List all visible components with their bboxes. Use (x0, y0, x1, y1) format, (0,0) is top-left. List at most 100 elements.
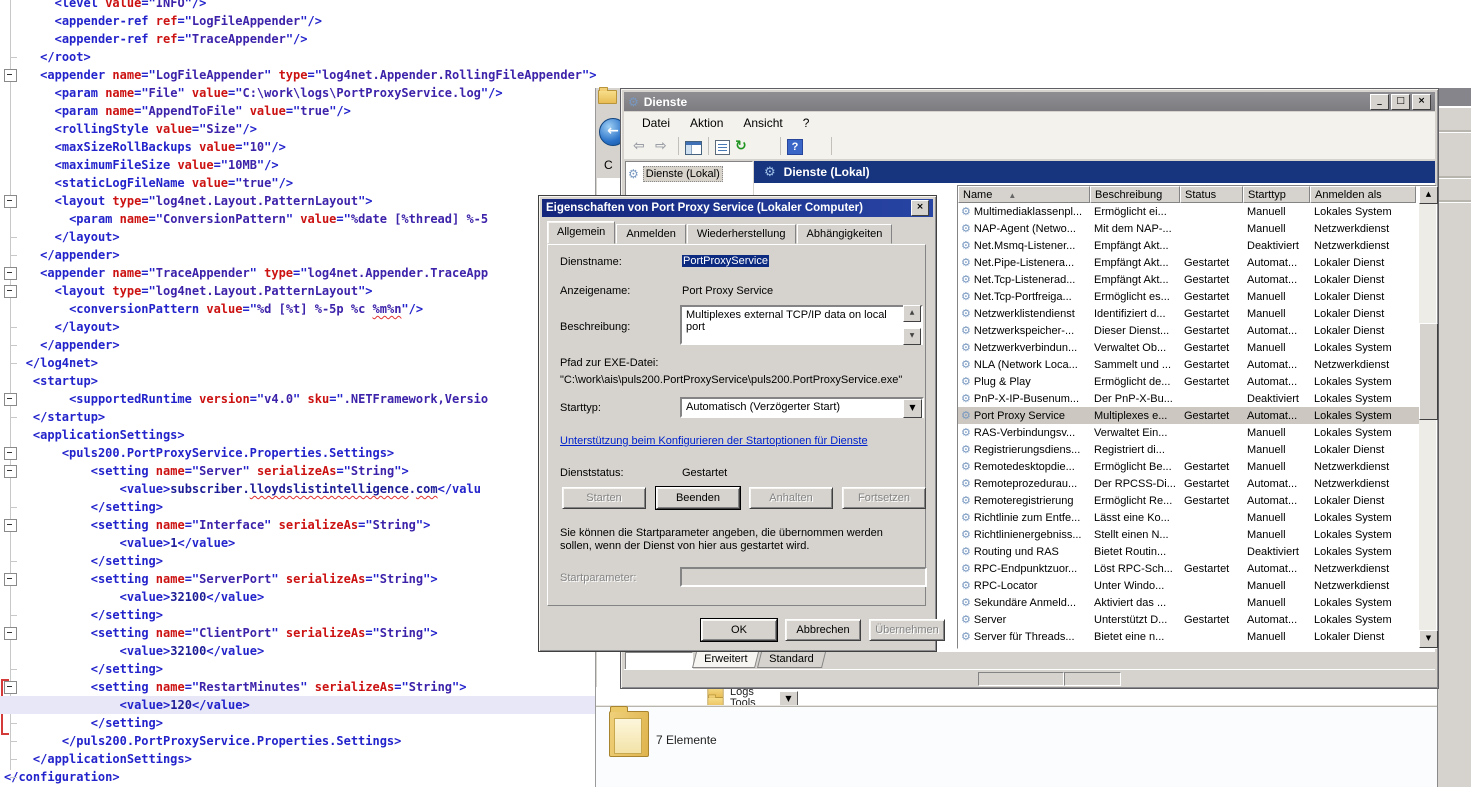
service-row[interactable]: ⚙RPC-Endpunktzuor...Löst RPC-Sch...Gesta… (958, 560, 1419, 577)
view-tab-erweitert[interactable]: Erweitert (692, 652, 759, 668)
fold-toggle-icon[interactable] (4, 573, 17, 586)
service-row[interactable]: ⚙NAP-Agent (Netwo...Mit dem NAP-...Manue… (958, 220, 1419, 237)
menu-datei[interactable]: Datei (632, 114, 680, 132)
scroll-down-icon[interactable]: ▼ (1419, 630, 1438, 648)
fortsetzen-button[interactable]: Fortsetzen (842, 487, 926, 509)
help-icon[interactable] (787, 139, 803, 155)
close-icon[interactable]: × (1412, 94, 1431, 110)
fold-toggle-icon[interactable] (4, 195, 17, 208)
service-row[interactable]: ⚙Server für Threads...Bietet eine n...Ma… (958, 628, 1419, 645)
service-row[interactable]: ⚙PnP-X-IP-Busenum...Der PnP-X-Bu...Deakt… (958, 390, 1419, 407)
tab-anmelden[interactable]: Anmelden (616, 224, 686, 244)
service-row[interactable]: ⚙Net.Msmq-Listener...Empfängt Akt...Deak… (958, 237, 1419, 254)
beenden-button[interactable]: Beenden (656, 487, 740, 509)
refresh-icon[interactable] (734, 138, 752, 155)
service-row[interactable]: ⚙Net.Tcp-Portfreiga...Ermöglicht es...Ge… (958, 288, 1419, 305)
dialog-titlebar[interactable]: Eigenschaften von Port Proxy Service (Lo… (542, 199, 933, 217)
tree-item-dienste-lokal[interactable]: ⚙ Dienste (Lokal) (628, 166, 750, 182)
cell-text: Richtlinienergebniss... (974, 529, 1082, 541)
forward-icon[interactable] (654, 138, 672, 155)
service-row[interactable]: ⚙Plug & PlayErmöglicht de...GestartetAut… (958, 373, 1419, 390)
column-header-name[interactable]: Name▲ (958, 186, 1090, 203)
export-list-icon[interactable] (756, 138, 774, 155)
fold-tick (10, 327, 17, 328)
fold-toggle-icon[interactable] (4, 519, 17, 532)
services-window-titlebar[interactable]: ⚙ Dienste _ □ × (624, 92, 1435, 111)
column-header-starttyp[interactable]: Starttyp (1243, 186, 1310, 203)
fold-toggle-icon[interactable] (4, 465, 17, 478)
service-row[interactable]: ⚙RPC-LocatorUnter Windo...ManuellNetzwer… (958, 577, 1419, 594)
fold-toggle-icon[interactable] (4, 285, 17, 298)
service-row[interactable]: ⚙NLA (Network Loca...Sammelt und ...Gest… (958, 356, 1419, 373)
restart-service-icon[interactable] (904, 138, 922, 155)
uebernehmen-button[interactable]: Übernehmen (869, 619, 945, 641)
tab-allgemein[interactable]: Allgemein (547, 221, 615, 244)
service-row[interactable]: ⚙Netzwerkspeicher-...Dieser Dienst...Ges… (958, 322, 1419, 339)
service-gear-icon: ⚙ (961, 308, 971, 319)
ok-button[interactable]: OK (701, 619, 777, 641)
tab-wiederherstellung[interactable]: Wiederherstellung (687, 224, 796, 244)
service-row[interactable]: ⚙RAS-Verbindungsv...Verwaltet Ein...Manu… (958, 424, 1419, 441)
service-row[interactable]: ⚙Richtlinienergebniss...Stellt einen N..… (958, 526, 1419, 543)
dienstname-value[interactable]: PortProxyService (682, 255, 769, 267)
scrollbar-thumb[interactable] (1419, 323, 1438, 420)
chevron-down-icon[interactable]: ▼ (903, 399, 922, 418)
abbrechen-button[interactable]: Abbrechen (785, 619, 861, 641)
startparameter-input[interactable] (680, 567, 927, 587)
pause-service-icon[interactable] (882, 138, 900, 155)
column-header-anmelden-als[interactable]: Anmelden als (1310, 186, 1416, 203)
scroll-up-icon[interactable]: ▲ (1419, 186, 1438, 204)
column-header-status[interactable]: Status (1180, 186, 1243, 203)
menu-ansicht[interactable]: Ansicht (733, 114, 792, 132)
fold-toggle-icon[interactable] (4, 627, 17, 640)
extended-view-icon[interactable] (807, 138, 825, 155)
service-row[interactable]: ⚙NetzwerklistendienstIdentifiziert d...G… (958, 305, 1419, 322)
cell-text: Deaktiviert (1247, 240, 1299, 252)
back-icon[interactable] (632, 138, 650, 155)
close-icon[interactable]: × (911, 200, 929, 216)
minimize-icon[interactable]: _ (1370, 94, 1389, 110)
stop-service-icon[interactable] (860, 138, 878, 155)
service-row[interactable]: ⚙Remoteprozedurau...Der RPCSS-Di...Gesta… (958, 475, 1419, 492)
scroll-up-icon[interactable]: ▲ (903, 305, 921, 322)
cell-text: Remotedesktopdie... (974, 461, 1075, 473)
cell-text: RAS-Verbindungsv... (974, 427, 1075, 439)
fold-toggle-icon[interactable] (4, 681, 17, 694)
service-row[interactable]: ⚙Multimediaklassenpl...Ermöglicht ei...M… (958, 203, 1419, 220)
properties-icon[interactable] (715, 140, 730, 155)
starttyp-select[interactable]: Automatisch (Verzögerter Start) ▼ (680, 397, 924, 418)
scroll-down-icon[interactable]: ▼ (903, 328, 921, 345)
service-row-selected[interactable]: ⚙Port Proxy ServiceMultiplexes e...Gesta… (958, 407, 1419, 424)
cell-text: Net.Tcp-Portfreiga... (974, 291, 1072, 303)
menu-aktion[interactable]: Aktion (680, 114, 733, 132)
scrollbar[interactable]: ▲ ▼ (1419, 186, 1436, 648)
fold-toggle-icon[interactable] (4, 69, 17, 82)
dienstname-label: Dienstname: (560, 256, 622, 268)
fold-toggle-icon[interactable] (4, 393, 17, 406)
menu-help[interactable]: ? (793, 114, 820, 132)
column-header-beschreibung[interactable]: Beschreibung (1090, 186, 1180, 203)
tab-abhngigkeiten[interactable]: Abhängigkeiten (797, 224, 893, 244)
show-tree-icon[interactable] (685, 141, 702, 155)
beschreibung-field[interactable]: Multiplexes external TCP/IP data on loca… (680, 305, 923, 345)
view-tab-standard[interactable]: Standard (757, 652, 826, 668)
fold-toggle-icon[interactable] (4, 267, 17, 280)
service-row[interactable]: ⚙Remotedesktopdie...Ermöglicht Be...Gest… (958, 458, 1419, 475)
start-service-icon[interactable] (838, 138, 856, 155)
service-row[interactable]: ⚙Net.Tcp-Listenerad...Empfängt Akt...Ges… (958, 271, 1419, 288)
dialog-tabs: AllgemeinAnmeldenWiederherstellungAbhäng… (547, 223, 893, 244)
service-row[interactable]: ⚙Sekundäre Anmeld...Aktiviert das ...Man… (958, 594, 1419, 611)
service-row[interactable]: ⚙Routing und RASBietet Routin...Deaktivi… (958, 543, 1419, 560)
cell-text: Sekundäre Anmeld... (974, 597, 1076, 609)
startoptions-help-link[interactable]: Unterstützung beim Konfigurieren der Sta… (560, 435, 868, 447)
service-row[interactable]: ⚙Registrierungsdiens...Registriert di...… (958, 441, 1419, 458)
maximize-icon[interactable]: □ (1391, 94, 1410, 110)
service-row[interactable]: ⚙Netzwerkverbindun...Verwaltet Ob...Gest… (958, 339, 1419, 356)
service-row[interactable]: ⚙ServerUnterstützt D...GestartetAutomat.… (958, 611, 1419, 628)
anhalten-button[interactable]: Anhalten (749, 487, 833, 509)
service-row[interactable]: ⚙RemoteregistrierungErmöglicht Re...Gest… (958, 492, 1419, 509)
service-row[interactable]: ⚙Net.Pipe-Listenera...Empfängt Akt...Ges… (958, 254, 1419, 271)
starten-button[interactable]: Starten (562, 487, 646, 509)
fold-toggle-icon[interactable] (4, 447, 17, 460)
service-row[interactable]: ⚙Richtlinie zum Entfe...Lässt eine Ko...… (958, 509, 1419, 526)
